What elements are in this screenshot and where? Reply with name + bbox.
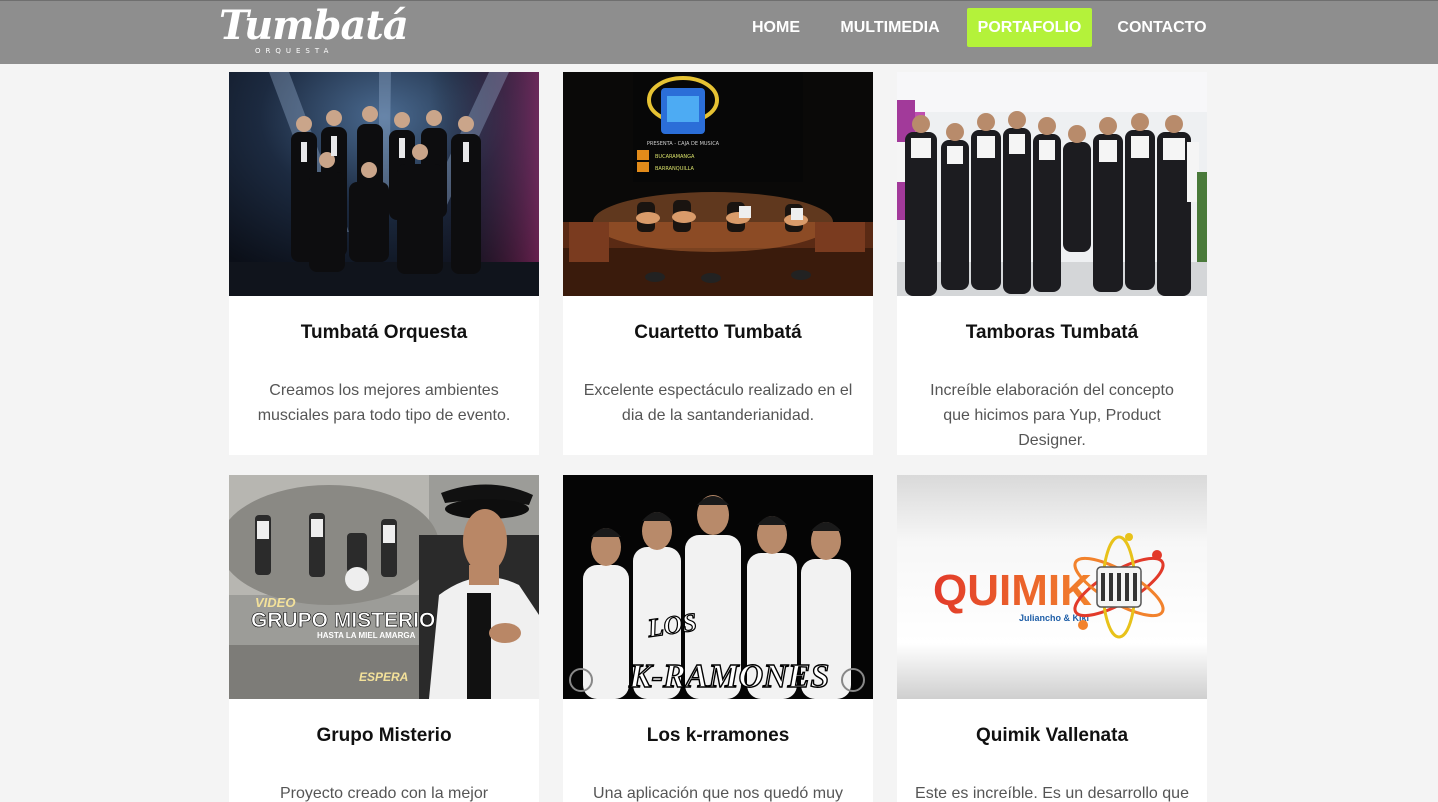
card-description: Excelente espectáculo realizado en el di… [583,382,853,424]
poster-line-1: PRESENTA - CAJA DE MUSICA [647,141,720,147]
card-title[interactable]: Cuartetto Tumbatá [563,322,873,344]
logo[interactable]: Tumbatá ORQUESTA [219,3,409,59]
nav-multimedia[interactable]: MULTIMEDIA [832,8,948,47]
poster-espera-label: ESPERA [359,670,408,684]
nav-contacto[interactable]: CONTACTO [1108,8,1216,47]
portfolio-card-quimik-vallenata[interactable]: QUIMIK Juliancho & Kiki Quimik Vallenata… [897,475,1207,802]
poster-video-label: VIDEO [255,595,295,610]
card-image[interactable] [897,72,1207,296]
card-description: Creamos los mejores ambientes musciales … [257,382,511,424]
portfolio-card-grupo-misterio[interactable]: VIDEO GRUPO MISTERIO HASTA LA MIEL AMARG… [229,475,539,802]
poster-band-name: K-RAMONES [628,658,829,695]
card-title[interactable]: Tamboras Tumbatá [897,322,1207,344]
poster-song-name: HASTA LA MIEL AMARGA [317,631,416,640]
logo-script: Tumbatá [219,2,409,49]
card-image[interactable]: LOS K-RAMONES [563,475,873,699]
card-image[interactable]: PRESENTA - CAJA DE MUSICA BUCARAMANGA BA… [563,72,873,296]
card-title[interactable]: Los k-rramones [563,725,873,747]
poster-line-3: BARRANQUILLA [655,166,695,172]
poster-band-name: GRUPO MISTERIO [251,609,435,632]
card-description: Increíble elaboración del concepto que h… [930,382,1174,449]
card-title[interactable]: Quimik Vallenata [897,725,1207,747]
card-description: Proyecto creado con la mejor tecnología [279,785,489,802]
card-description: Una aplicación que nos quedó muy [593,785,843,802]
card-image[interactable]: QUIMIK Juliancho & Kiki [897,475,1207,699]
card-description: Este es increíble. Es un desarrollo que [915,785,1189,802]
card-title[interactable]: Grupo Misterio [229,725,539,747]
card-image[interactable] [229,72,539,296]
top-navbar: Tumbatá ORQUESTA HOME MULTIMEDIA PORTAFO… [0,0,1438,64]
portfolio-card-cuartetto-tumbata[interactable]: PRESENTA - CAJA DE MUSICA BUCARAMANGA BA… [563,72,873,455]
portfolio-card-tamboras-tumbata[interactable]: Tamboras Tumbatá Increíble elaboración d… [897,72,1207,455]
poster-line-2: BUCARAMANGA [655,154,695,160]
nav-home[interactable]: HOME [740,8,812,47]
card-image[interactable]: VIDEO GRUPO MISTERIO HASTA LA MIEL AMARG… [229,475,539,699]
poster-quimik-label: QUIMIK [933,566,1092,615]
portfolio-card-tumbata-orquesta[interactable]: Tumbatá Orquesta Creamos los mejores amb… [229,72,539,455]
portfolio-card-los-k-rramones[interactable]: LOS K-RAMONES Los k-rramones Una aplicac… [563,475,873,802]
card-title[interactable]: Tumbatá Orquesta [229,322,539,344]
nav-portafolio[interactable]: PORTAFOLIO [967,8,1092,47]
logo-subtext: ORQUESTA [255,47,334,55]
